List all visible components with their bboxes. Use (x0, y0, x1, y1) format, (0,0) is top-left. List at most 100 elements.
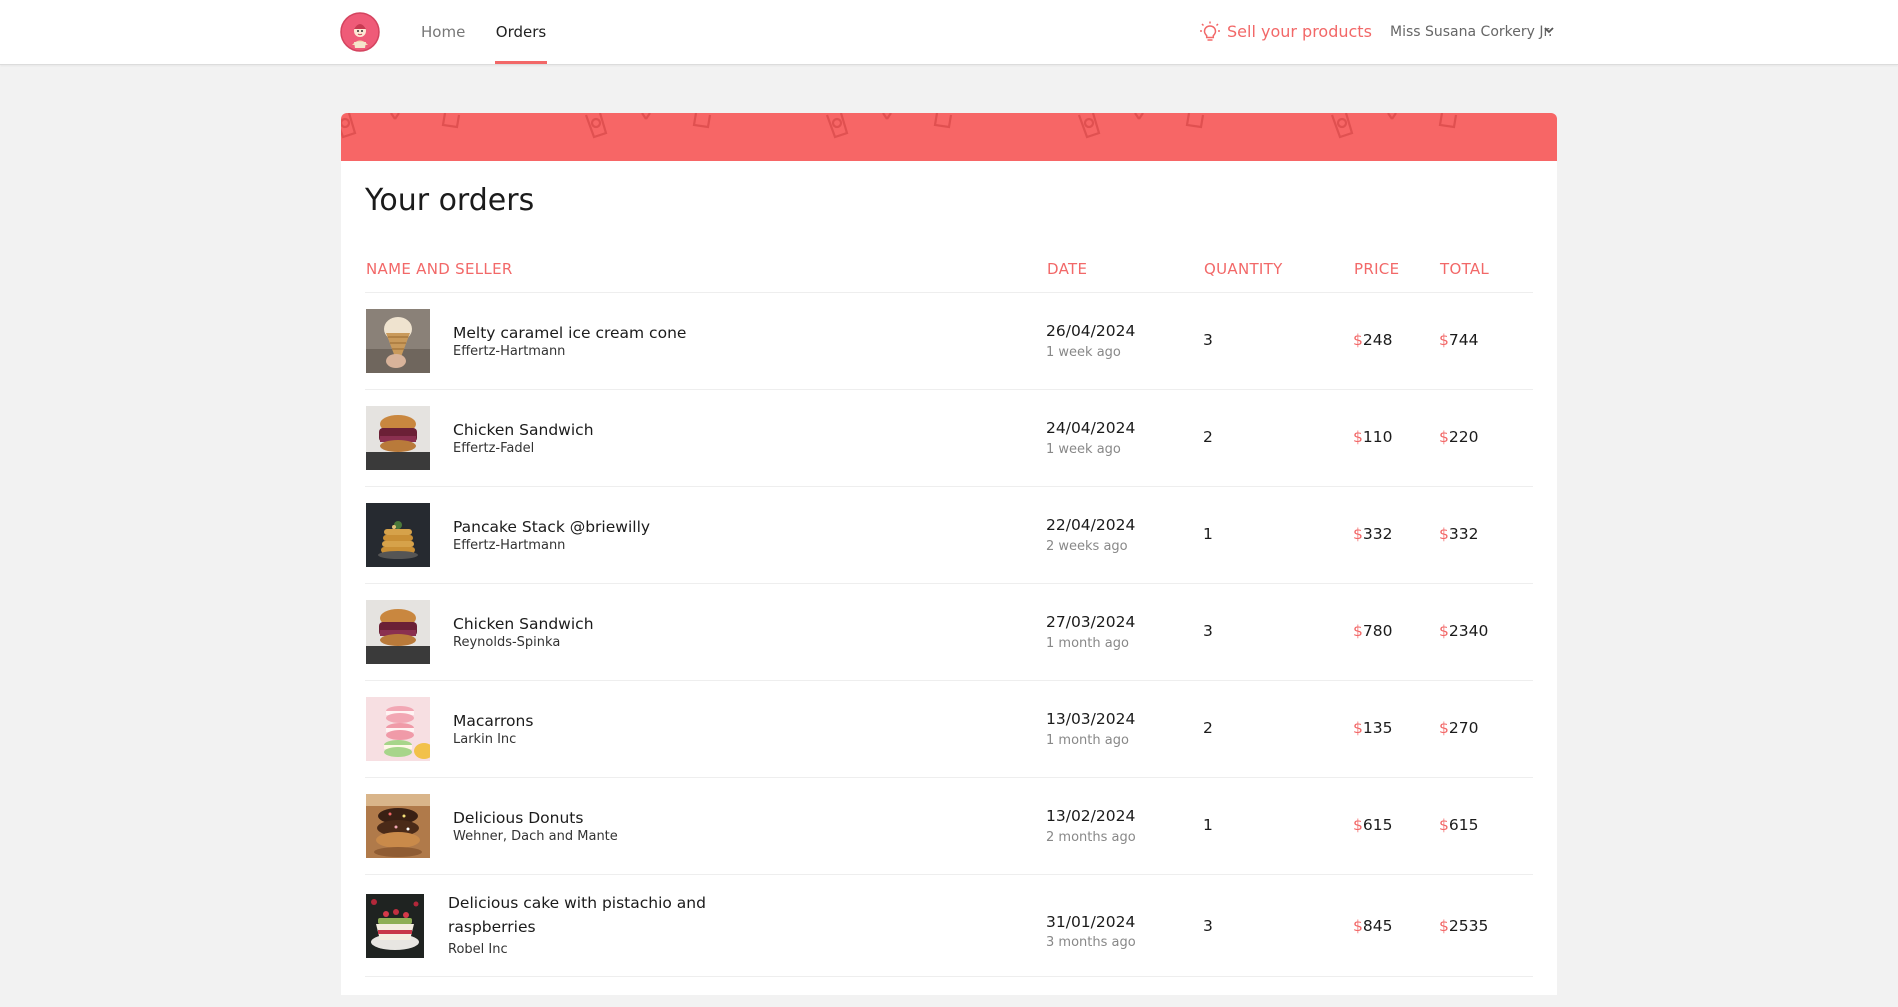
total-value: 744 (1448, 331, 1479, 349)
product-name[interactable]: Pancake Stack @briewilly (453, 515, 650, 539)
order-row[interactable]: Chicken Sandwich Reynolds-Spinka 27/03/2… (365, 583, 1533, 680)
orders-table: Melty caramel ice cream cone Effertz-Har… (365, 292, 1533, 1007)
currency-symbol: $ (1353, 917, 1363, 935)
banner-pattern (341, 113, 1458, 139)
chevron-down-icon (1544, 27, 1554, 34)
order-total: $744 (1439, 331, 1478, 349)
order-price: $780 (1353, 622, 1392, 640)
order-row[interactable]: Melty caramel ice cream cone Effertz-Har… (365, 292, 1533, 389)
currency-symbol: $ (1439, 816, 1449, 834)
product-image-macarons (366, 697, 430, 761)
seller-name: Reynolds-Spinka (453, 635, 561, 650)
user-menu-dropdown[interactable]: Miss Susana Corkery Jr. (1390, 0, 1554, 64)
order-total: $2535 (1439, 917, 1488, 935)
order-price: $110 (1353, 428, 1392, 446)
order-row[interactable]: Macarrons Larkin Inc 13/03/2024 1 month … (365, 680, 1533, 777)
seller-name: Robel Inc (448, 942, 508, 957)
column-header-price: Price (1354, 260, 1400, 278)
currency-symbol: $ (1439, 428, 1449, 446)
currency-symbol: $ (1439, 525, 1449, 543)
currency-symbol: $ (1353, 428, 1363, 446)
user-name: Miss Susana Corkery Jr. (1390, 24, 1553, 40)
order-date: 26/04/2024 (1046, 322, 1136, 340)
column-header-name: Name and seller (366, 260, 513, 278)
seller-name: Effertz-Fadel (453, 441, 535, 456)
order-row-partial (365, 976, 1533, 1007)
orders-banner (341, 113, 1557, 161)
product-name[interactable]: Chicken Sandwich (453, 418, 594, 442)
column-header-total: Total (1440, 260, 1490, 278)
order-price: $615 (1353, 816, 1392, 834)
order-total: $332 (1439, 525, 1478, 543)
seller-name: Effertz-Hartmann (453, 344, 566, 359)
currency-symbol: $ (1353, 525, 1363, 543)
column-header-date: Date (1047, 260, 1088, 278)
nav-home-link[interactable]: Home (421, 0, 465, 64)
order-relative-time: 3 months ago (1046, 935, 1136, 950)
seller-name: Wehner, Dach and Mante (453, 829, 618, 844)
column-header-quantity: Quantity (1204, 260, 1283, 278)
product-name[interactable]: Macarrons (453, 709, 533, 733)
currency-symbol: $ (1439, 719, 1449, 737)
order-row[interactable]: Chicken Sandwich Effertz-Fadel 24/04/202… (365, 389, 1533, 486)
order-price: $248 (1353, 331, 1392, 349)
seller-name: Larkin Inc (453, 732, 517, 747)
product-name[interactable]: Delicious Donuts (453, 806, 583, 830)
order-quantity: 2 (1203, 428, 1213, 446)
active-tab-indicator (495, 61, 547, 64)
price-value: 248 (1362, 331, 1393, 349)
product-image-pancake-stack (366, 503, 430, 567)
order-price: $135 (1353, 719, 1392, 737)
order-total: $270 (1439, 719, 1478, 737)
product-image-chicken-sandwich (366, 600, 430, 664)
product-name[interactable]: Melty caramel ice cream cone (453, 321, 686, 345)
product-image-ice-cream (366, 309, 430, 373)
nav-orders-link[interactable]: Orders (495, 0, 547, 64)
total-value: 270 (1448, 719, 1479, 737)
product-name[interactable]: Chicken Sandwich (453, 612, 594, 636)
currency-symbol: $ (1353, 331, 1363, 349)
product-image-donuts (366, 794, 430, 858)
order-date: 27/03/2024 (1046, 613, 1136, 631)
total-value: 2535 (1448, 917, 1489, 935)
currency-symbol: $ (1439, 331, 1449, 349)
product-image-pistachio-cake (366, 894, 424, 958)
currency-symbol: $ (1439, 917, 1449, 935)
order-relative-time: 1 week ago (1046, 345, 1121, 360)
nav-orders-label: Orders (495, 23, 547, 41)
price-value: 780 (1362, 622, 1393, 640)
app-logo-icon[interactable] (340, 12, 380, 52)
order-relative-time: 1 week ago (1046, 442, 1121, 457)
currency-symbol: $ (1353, 719, 1363, 737)
order-quantity: 1 (1203, 525, 1213, 543)
order-quantity: 3 (1203, 331, 1213, 349)
order-total: $615 (1439, 816, 1478, 834)
order-date: 22/04/2024 (1046, 516, 1136, 534)
order-price: $845 (1353, 917, 1392, 935)
order-row[interactable]: Delicious cake with pistachio and raspbe… (365, 874, 1533, 976)
price-value: 110 (1362, 428, 1393, 446)
top-navbar: Home Orders Sell your products Miss Susa… (0, 0, 1898, 65)
product-image-chicken-sandwich (366, 406, 430, 470)
sell-products-label: Sell your products (1227, 22, 1372, 41)
order-relative-time: 1 month ago (1046, 636, 1129, 651)
orders-card: Your orders Name and seller Date Quantit… (341, 161, 1557, 995)
currency-symbol: $ (1353, 816, 1363, 834)
order-date: 13/03/2024 (1046, 710, 1136, 728)
lightbulb-icon (1200, 21, 1220, 41)
product-name[interactable]: Delicious cake with pistachio and raspbe… (448, 891, 708, 939)
order-date: 31/01/2024 (1046, 913, 1136, 931)
order-quantity: 1 (1203, 816, 1213, 834)
order-relative-time: 1 month ago (1046, 733, 1129, 748)
order-date: 13/02/2024 (1046, 807, 1136, 825)
total-value: 332 (1448, 525, 1479, 543)
order-date: 24/04/2024 (1046, 419, 1136, 437)
price-value: 615 (1362, 816, 1393, 834)
order-quantity: 3 (1203, 622, 1213, 640)
order-total: $220 (1439, 428, 1478, 446)
order-row[interactable]: Delicious Donuts Wehner, Dach and Mante … (365, 777, 1533, 874)
currency-symbol: $ (1439, 622, 1449, 640)
order-quantity: 3 (1203, 917, 1213, 935)
order-row[interactable]: Pancake Stack @briewilly Effertz-Hartman… (365, 486, 1533, 583)
order-quantity: 2 (1203, 719, 1213, 737)
